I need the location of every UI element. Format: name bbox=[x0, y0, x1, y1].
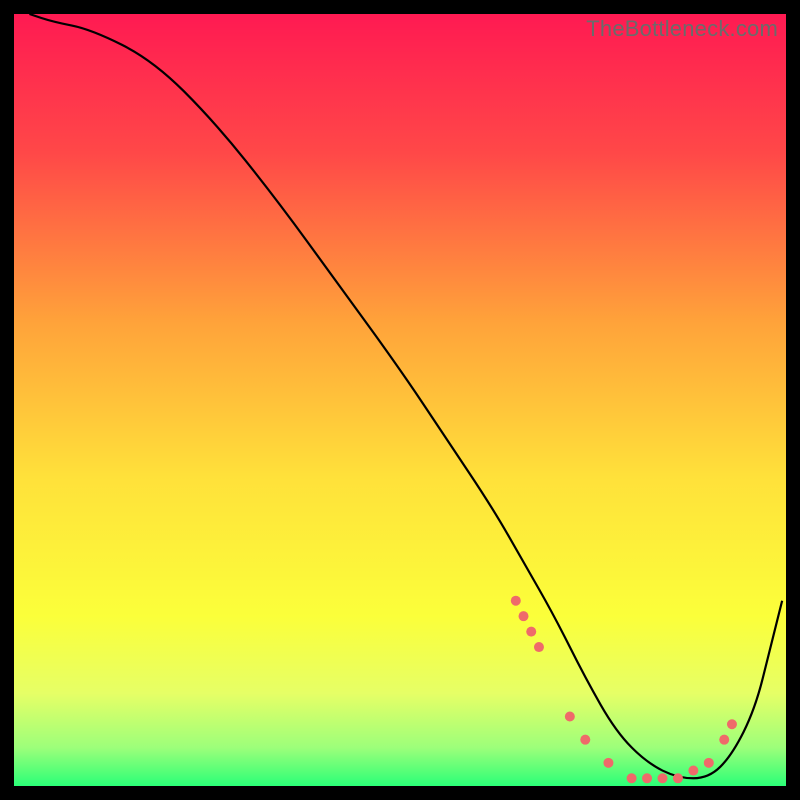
highlight-dot bbox=[642, 773, 652, 783]
plot-svg bbox=[14, 14, 786, 786]
chart-frame: TheBottleneck.com bbox=[14, 14, 786, 786]
gradient-background bbox=[14, 14, 786, 786]
highlight-dot bbox=[688, 766, 698, 776]
highlight-dot bbox=[565, 712, 575, 722]
highlight-dot bbox=[603, 758, 613, 768]
watermark-text: TheBottleneck.com bbox=[586, 16, 778, 42]
highlight-dot bbox=[511, 596, 521, 606]
highlight-dot bbox=[704, 758, 714, 768]
highlight-dot bbox=[719, 735, 729, 745]
highlight-dot bbox=[580, 735, 590, 745]
highlight-dot bbox=[657, 773, 667, 783]
highlight-dot bbox=[526, 627, 536, 637]
highlight-dot bbox=[673, 773, 683, 783]
highlight-dot bbox=[534, 642, 544, 652]
highlight-dot bbox=[519, 611, 529, 621]
highlight-dot bbox=[627, 773, 637, 783]
highlight-dot bbox=[727, 719, 737, 729]
